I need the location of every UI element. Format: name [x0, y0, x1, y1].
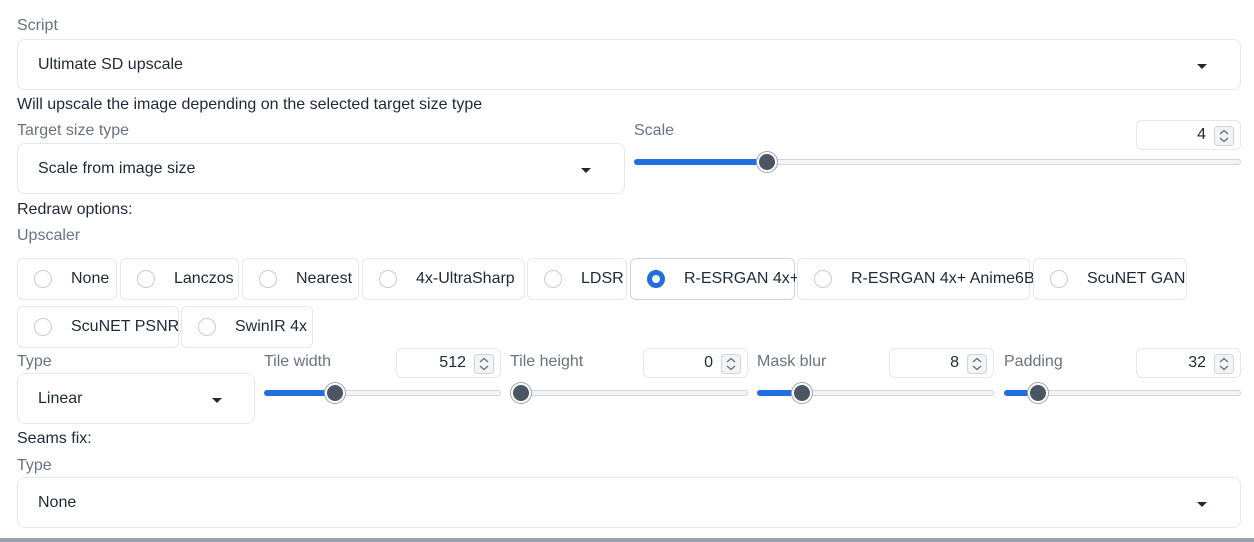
seams-type-dropdown[interactable]: None — [17, 477, 1241, 528]
radio-icon — [379, 270, 397, 288]
upscaler-option-nearest[interactable]: Nearest — [242, 258, 359, 300]
upscaler-label: Upscaler — [17, 227, 81, 244]
mask-blur-slider[interactable] — [757, 383, 994, 403]
upscaler-option-swinir-4x[interactable]: SwinIR 4x — [181, 306, 313, 348]
radio-icon — [1050, 270, 1068, 288]
spinner-arrows-icon[interactable] — [1214, 126, 1234, 146]
slider-thumb[interactable] — [325, 383, 345, 403]
upscaler-option-ldsr[interactable]: LDSR — [527, 258, 627, 300]
chevron-down-icon — [1197, 64, 1207, 69]
tile-width-value: 512 — [439, 354, 466, 371]
padding-label: Padding — [1004, 353, 1063, 370]
script-label: Script — [17, 17, 58, 34]
scale-label: Scale — [634, 122, 675, 139]
redraw-type-dropdown[interactable]: Linear — [17, 373, 255, 424]
chevron-down-icon — [581, 168, 591, 173]
tile-height-label: Tile height — [510, 353, 584, 370]
target-size-dropdown[interactable]: Scale from image size — [17, 143, 625, 194]
radio-icon — [198, 318, 216, 336]
radio-icon — [259, 270, 277, 288]
mask-blur-number-input[interactable]: 8 — [889, 348, 994, 378]
chevron-down-icon — [212, 398, 222, 403]
slider-thumb[interactable] — [1028, 383, 1048, 403]
upscaler-option-label: LDSR — [581, 270, 624, 287]
spinner-arrows-icon[interactable] — [1214, 354, 1234, 374]
upscaler-option-lanczos[interactable]: Lanczos — [120, 258, 239, 300]
radio-icon — [34, 318, 52, 336]
script-value: Ultimate SD upscale — [38, 55, 183, 73]
redraw-type-value: Linear — [38, 389, 83, 407]
mask-blur-value: 8 — [950, 354, 959, 371]
padding-value: 32 — [1188, 354, 1206, 371]
tile-height-number-input[interactable]: 0 — [643, 348, 748, 378]
scale-slider[interactable] — [634, 152, 1241, 172]
upscaler-option-label: ScuNET PSNR — [71, 318, 180, 335]
upscaler-option-r-esrgan-4x[interactable]: R-ESRGAN 4x+ — [630, 258, 799, 300]
spinner-arrows-icon[interactable] — [474, 354, 494, 374]
script-dropdown[interactable]: Ultimate SD upscale — [17, 39, 1241, 90]
spinner-arrows-icon[interactable] — [721, 354, 741, 374]
upscaler-option-label: None — [71, 270, 110, 287]
redraw-type-label: Type — [17, 353, 52, 370]
scale-number-input[interactable]: 4 — [1136, 120, 1241, 150]
tile-height-slider[interactable] — [511, 383, 748, 403]
upscaler-option-r-esrgan-anime6b[interactable]: R-ESRGAN 4x+ Anime6B — [797, 258, 1035, 300]
radio-icon — [544, 270, 562, 288]
seams-type-label: Type — [17, 457, 52, 474]
target-size-label: Target size type — [17, 122, 130, 139]
chevron-down-icon — [1197, 502, 1207, 507]
upscaler-option-label: R-ESRGAN 4x+ Anime6B — [851, 270, 1035, 287]
spinner-arrows-icon[interactable] — [967, 354, 987, 374]
slider-thumb[interactable] — [757, 152, 777, 172]
slider-thumb[interactable] — [792, 383, 812, 403]
upscaler-option-4x-ultrasharp[interactable]: 4x-UltraSharp — [362, 258, 525, 300]
slider-thumb[interactable] — [511, 383, 531, 403]
tile-width-slider[interactable] — [264, 383, 501, 403]
upscaler-option-label: Lanczos — [174, 270, 234, 287]
upscaler-option-scunet-psnr[interactable]: ScuNET PSNR — [17, 306, 179, 348]
upscaler-option-label: ScuNET GAN — [1087, 270, 1186, 287]
upscaler-option-scunet-gan[interactable]: ScuNET GAN — [1033, 258, 1187, 300]
radio-icon — [814, 270, 832, 288]
tile-width-label: Tile width — [264, 353, 331, 370]
upscaler-option-label: Nearest — [296, 270, 353, 287]
mask-blur-label: Mask blur — [757, 353, 827, 370]
upscaler-option-label: 4x-UltraSharp — [416, 270, 515, 287]
seams-fix-title: Seams fix: — [17, 430, 92, 447]
slider-track[interactable] — [511, 390, 748, 396]
upscaler-option-label: R-ESRGAN 4x+ — [684, 270, 800, 287]
info-text: Will upscale the image depending on the … — [17, 96, 483, 113]
seams-type-value: None — [38, 493, 77, 511]
slider-fill — [634, 159, 767, 165]
padding-number-input[interactable]: 32 — [1136, 348, 1241, 378]
tile-height-value: 0 — [704, 354, 713, 371]
radio-icon — [647, 270, 665, 288]
redraw-options-title: Redraw options: — [17, 201, 133, 218]
radio-icon — [137, 270, 155, 288]
bottom-border — [0, 538, 1254, 542]
scale-value: 4 — [1197, 126, 1206, 143]
radio-icon — [34, 270, 52, 288]
tile-width-number-input[interactable]: 512 — [396, 348, 501, 378]
target-size-value: Scale from image size — [38, 159, 196, 177]
upscaler-option-label: SwinIR 4x — [235, 318, 308, 335]
padding-slider[interactable] — [1004, 383, 1241, 403]
upscaler-option-none[interactable]: None — [17, 258, 117, 300]
